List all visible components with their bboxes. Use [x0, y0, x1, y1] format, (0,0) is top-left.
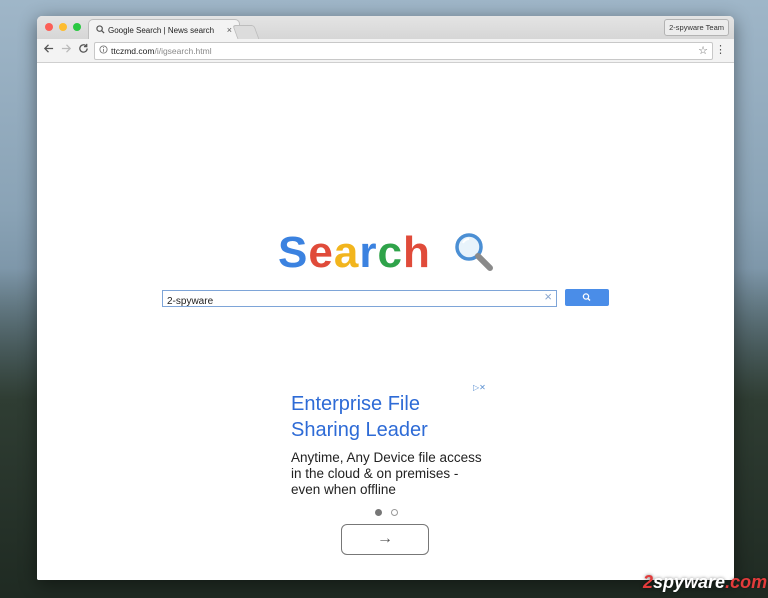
ad-headline[interactable]: Enterprise File Sharing Leader	[291, 391, 491, 443]
pager-dot-active[interactable]	[375, 509, 382, 516]
search-button[interactable]	[565, 289, 609, 306]
watermark-brand: spyware	[653, 572, 726, 592]
arrow-right-icon: →	[377, 530, 393, 547]
logo-letter: c	[377, 228, 403, 277]
logo-letter: r	[359, 228, 378, 277]
pager-dot[interactable]	[391, 509, 398, 516]
page-content: Search × ▷✕ Enterprise File Sharing Lead…	[37, 63, 734, 580]
url-host: ttczmd.com	[111, 46, 155, 56]
search-input[interactable]	[163, 294, 531, 309]
minimize-window-button[interactable]	[59, 23, 67, 31]
logo-letter: h	[402, 228, 431, 277]
browser-toolbar: ttczmd.com/i/igsearch.html ☆ ⋮	[37, 39, 734, 63]
clear-icon[interactable]: ×	[544, 289, 552, 304]
address-bar[interactable]: ttczmd.com/i/igsearch.html ☆	[94, 42, 713, 60]
maximize-window-button[interactable]	[73, 23, 81, 31]
close-window-button[interactable]	[45, 23, 53, 31]
logo-letter: S	[278, 228, 309, 277]
title-bar: Google Search | News search × 2-spyware …	[37, 16, 734, 41]
forward-icon[interactable]	[61, 43, 72, 57]
search-icon	[96, 25, 105, 36]
new-tab-button[interactable]	[232, 25, 260, 40]
tab-close-icon[interactable]: ×	[227, 25, 232, 35]
logo-text: Search	[278, 228, 431, 277]
back-icon[interactable]	[43, 43, 54, 57]
browser-tab[interactable]: Google Search | News search ×	[88, 19, 240, 41]
search-box: ×	[162, 289, 557, 309]
search-button-icon	[582, 293, 591, 301]
ad-pager	[375, 509, 398, 516]
search-logo: Search	[278, 228, 493, 278]
info-icon[interactable]	[99, 45, 108, 56]
logo-letter: e	[308, 228, 334, 277]
watermark: 2spyware.com	[643, 572, 767, 593]
url-text: ttczmd.com/i/igsearch.html	[111, 46, 212, 56]
ad-body: Anytime, Any Device file access in the c…	[291, 450, 482, 497]
window-controls	[45, 23, 81, 31]
url-path: /i/igsearch.html	[154, 46, 212, 56]
reload-icon[interactable]	[78, 43, 89, 57]
watermark-suffix: .com	[725, 572, 768, 592]
menu-icon[interactable]: ⋮	[715, 43, 726, 56]
watermark-prefix: 2	[643, 572, 654, 592]
tab-title: Google Search | News search	[108, 26, 215, 35]
ad-next-button[interactable]: →	[341, 524, 429, 555]
browser-window: Google Search | News search × 2-spyware …	[37, 16, 734, 580]
magnifier-icon	[453, 231, 495, 284]
profile-button[interactable]: 2-spyware Team	[664, 19, 729, 36]
bookmark-star-icon[interactable]: ☆	[698, 44, 708, 57]
logo-letter: a	[333, 228, 360, 277]
